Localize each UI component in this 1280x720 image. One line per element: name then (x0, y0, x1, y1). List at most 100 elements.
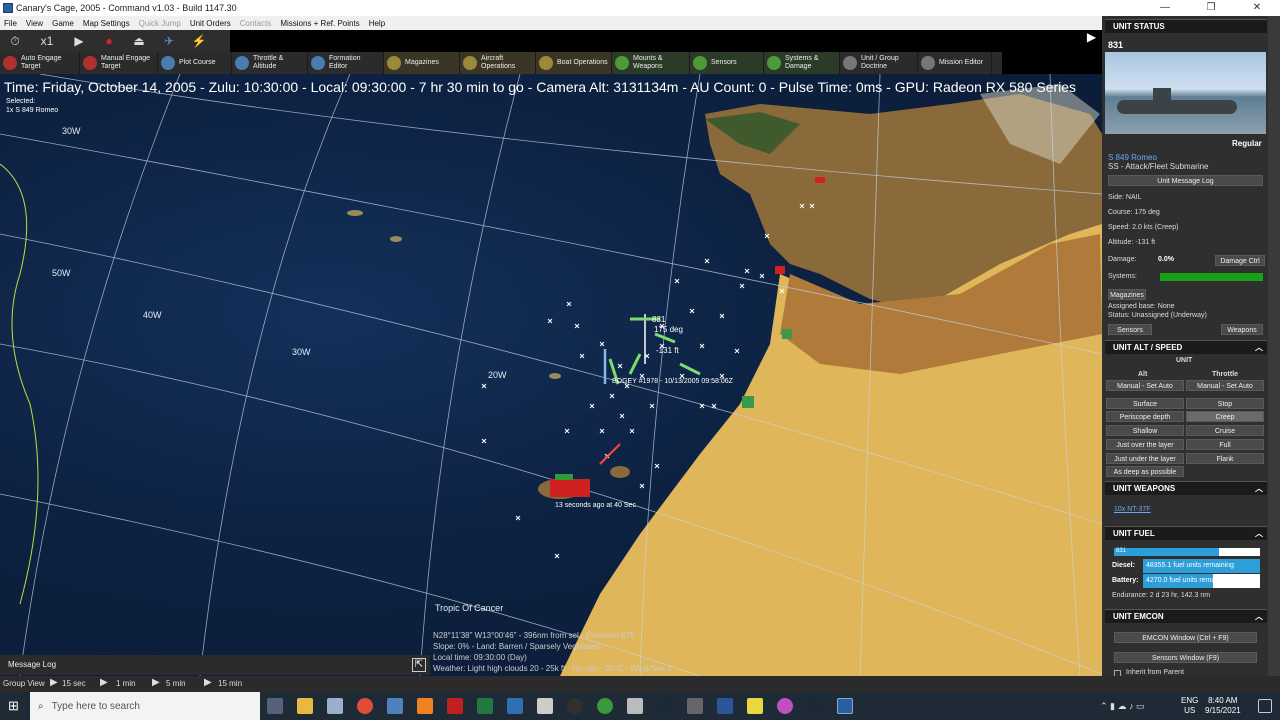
time-step-5min[interactable]: 5 min (166, 679, 186, 688)
emcon-window-button[interactable]: EMCON Window (Ctrl + F9) (1114, 632, 1257, 643)
menu-quick-jump[interactable]: Quick Jump (139, 19, 181, 28)
unit-status-header[interactable]: UNIT STATUS (1105, 19, 1267, 33)
throttle-full-button[interactable]: Full (1186, 439, 1264, 450)
menu-missions[interactable]: Missions + Ref. Points (280, 19, 359, 28)
alt-under-layer-button[interactable]: Just under the layer (1106, 453, 1184, 464)
settings-icon[interactable] (627, 698, 643, 714)
tab-mounts-weapons[interactable]: Mounts & Weapons (612, 52, 690, 74)
unit-class-link[interactable]: S 849 Romeo (1108, 153, 1157, 162)
weapon-item[interactable]: 10x NT-37F (1114, 506, 1151, 513)
throttle-flank-button[interactable]: Flank (1186, 453, 1264, 464)
unit-fuel-header[interactable]: UNIT FUEL ︿ (1105, 526, 1267, 540)
alt-shallow-button[interactable]: Shallow (1106, 425, 1184, 436)
tab-magazines[interactable]: Magazines (384, 52, 460, 74)
unit-weapons-header[interactable]: UNIT WEAPONS ︿ (1105, 481, 1267, 495)
throttle-manual-button[interactable]: Manual - Set Auto (1186, 380, 1264, 391)
vlc-icon[interactable] (417, 698, 433, 714)
tab-auto-engage[interactable]: Auto Engage Target (0, 52, 80, 74)
weapons-button[interactable]: Weapons (1221, 324, 1263, 335)
tab-manual-engage[interactable]: Manual Engage Target (80, 52, 158, 74)
app-icon[interactable] (507, 698, 523, 714)
clock[interactable]: 8:40 AM 9/15/2021 (1205, 696, 1241, 716)
lightning-icon[interactable]: ⚡ (184, 31, 214, 51)
tab-plot-course[interactable]: Plot Course (158, 52, 232, 74)
app-icon[interactable] (597, 698, 613, 714)
calculator-icon[interactable] (387, 698, 403, 714)
word-icon[interactable] (717, 698, 733, 714)
notification-icon[interactable] (1258, 699, 1272, 713)
file-explorer-icon[interactable] (297, 698, 313, 714)
speed: Speed: 2.0 kts (Creep) (1108, 224, 1179, 231)
tab-boat-ops[interactable]: Boat Operations (536, 52, 612, 74)
menu-view[interactable]: View (26, 19, 43, 28)
collapse-panel-icon[interactable]: ▶ (1081, 30, 1102, 50)
minimize-button[interactable]: — (1142, 0, 1188, 16)
tab-mission-editor[interactable]: Mission Editor (918, 52, 992, 74)
app-icon[interactable] (747, 698, 763, 714)
tactical-map[interactable]: 30W 40W 50W 30W 20W Tropic Of Cancer 831… (0, 74, 1102, 676)
tab-systems-damage[interactable]: Systems & Damage (764, 52, 840, 74)
chrome-icon[interactable] (357, 698, 373, 714)
eject-icon[interactable]: ⏏ (124, 31, 154, 51)
steam-icon[interactable] (657, 698, 673, 714)
alt-speed-header[interactable]: UNIT ALT / SPEED ︿ (1105, 340, 1267, 354)
time-step-1min[interactable]: 1 min (116, 679, 136, 688)
alt-deep-button[interactable]: As deep as possible (1106, 466, 1184, 477)
steam-icon[interactable] (807, 698, 823, 714)
alt-surface-button[interactable]: Surface (1106, 398, 1184, 409)
message-log-bar[interactable]: Message Log ⇱ (0, 655, 430, 675)
task-view-icon[interactable] (267, 698, 283, 714)
menu-contacts[interactable]: Contacts (240, 19, 272, 28)
app-icon[interactable] (537, 698, 553, 714)
tab-sensors[interactable]: Sensors (690, 52, 764, 74)
app-icon[interactable] (567, 698, 583, 714)
alt-periscope-button[interactable]: Periscope depth (1106, 411, 1184, 422)
throttle-creep-button[interactable]: Creep (1186, 411, 1264, 422)
panel-scrollbar[interactable] (1268, 16, 1280, 676)
unit-emcon-header[interactable]: UNIT EMCON ︿ (1105, 609, 1267, 623)
app-icon[interactable] (777, 698, 793, 714)
tab-formation-editor[interactable]: Formation Editor (308, 52, 384, 74)
tab-doctrine[interactable]: Unit / Group Doctrine (840, 52, 918, 74)
clock-icon[interactable]: ⏱ (0, 31, 30, 51)
sensors-button[interactable]: Sensors (1108, 324, 1152, 335)
play-icon[interactable]: ▶ (64, 31, 94, 51)
menu-file[interactable]: File (4, 19, 17, 28)
alt-manual-button[interactable]: Manual - Set Auto (1106, 380, 1184, 391)
taskbar-search-input[interactable]: ⌕ Type here to search (30, 692, 260, 720)
command-app-icon[interactable] (837, 698, 853, 714)
windows-start-icon[interactable]: ⊞ (8, 699, 22, 713)
tab-aircraft-ops[interactable]: Aircraft Operations (460, 52, 536, 74)
altitude: Altitude: -131 ft (1108, 239, 1156, 246)
excel-icon[interactable] (477, 698, 493, 714)
acrobat-icon[interactable] (447, 698, 463, 714)
unit-id-label: 831 (652, 315, 666, 324)
language-indicator[interactable]: ENG US (1181, 696, 1198, 716)
time-step-15min[interactable]: 15 min (218, 679, 242, 688)
restore-button[interactable]: ❐ (1188, 0, 1234, 16)
aircraft-icon[interactable]: ✈ (154, 31, 184, 51)
app-icon[interactable] (327, 698, 343, 714)
systems-label: Systems: (1108, 273, 1137, 280)
unit-message-log-button[interactable]: Unit Message Log (1108, 175, 1263, 186)
menu-game[interactable]: Game (52, 19, 74, 28)
speed-indicator[interactable]: x1 (30, 31, 64, 51)
time-step-15sec[interactable]: 15 sec (62, 679, 86, 688)
throttle-stop-button[interactable]: Stop (1186, 398, 1264, 409)
tab-throttle-altitude[interactable]: Throttle & Altitude (232, 52, 308, 74)
map-svg[interactable]: 30W 40W 50W 30W 20W Tropic Of Cancer 831… (0, 74, 1102, 676)
tray-icons[interactable]: ⌃ ▮ ☁ ♪ ▭ (1100, 701, 1145, 712)
expand-icon[interactable]: ⇱ (412, 658, 426, 672)
menu-help[interactable]: Help (369, 19, 385, 28)
menu-unit-orders[interactable]: Unit Orders (190, 19, 231, 28)
own-unit-831[interactable] (599, 314, 701, 465)
throttle-cruise-button[interactable]: Cruise (1186, 425, 1264, 436)
alt-over-layer-button[interactable]: Just over the layer (1106, 439, 1184, 450)
close-button[interactable]: ✕ (1234, 0, 1280, 16)
damage-ctrl-button[interactable]: Damage Ctrl (1215, 255, 1265, 266)
magazines-button[interactable]: Magazines (1108, 289, 1146, 300)
app-icon[interactable] (687, 698, 703, 714)
menu-map-settings[interactable]: Map Settings (83, 19, 130, 28)
record-icon[interactable]: ● (94, 31, 124, 51)
sensors-window-button[interactable]: Sensors Window (F9) (1114, 652, 1257, 663)
